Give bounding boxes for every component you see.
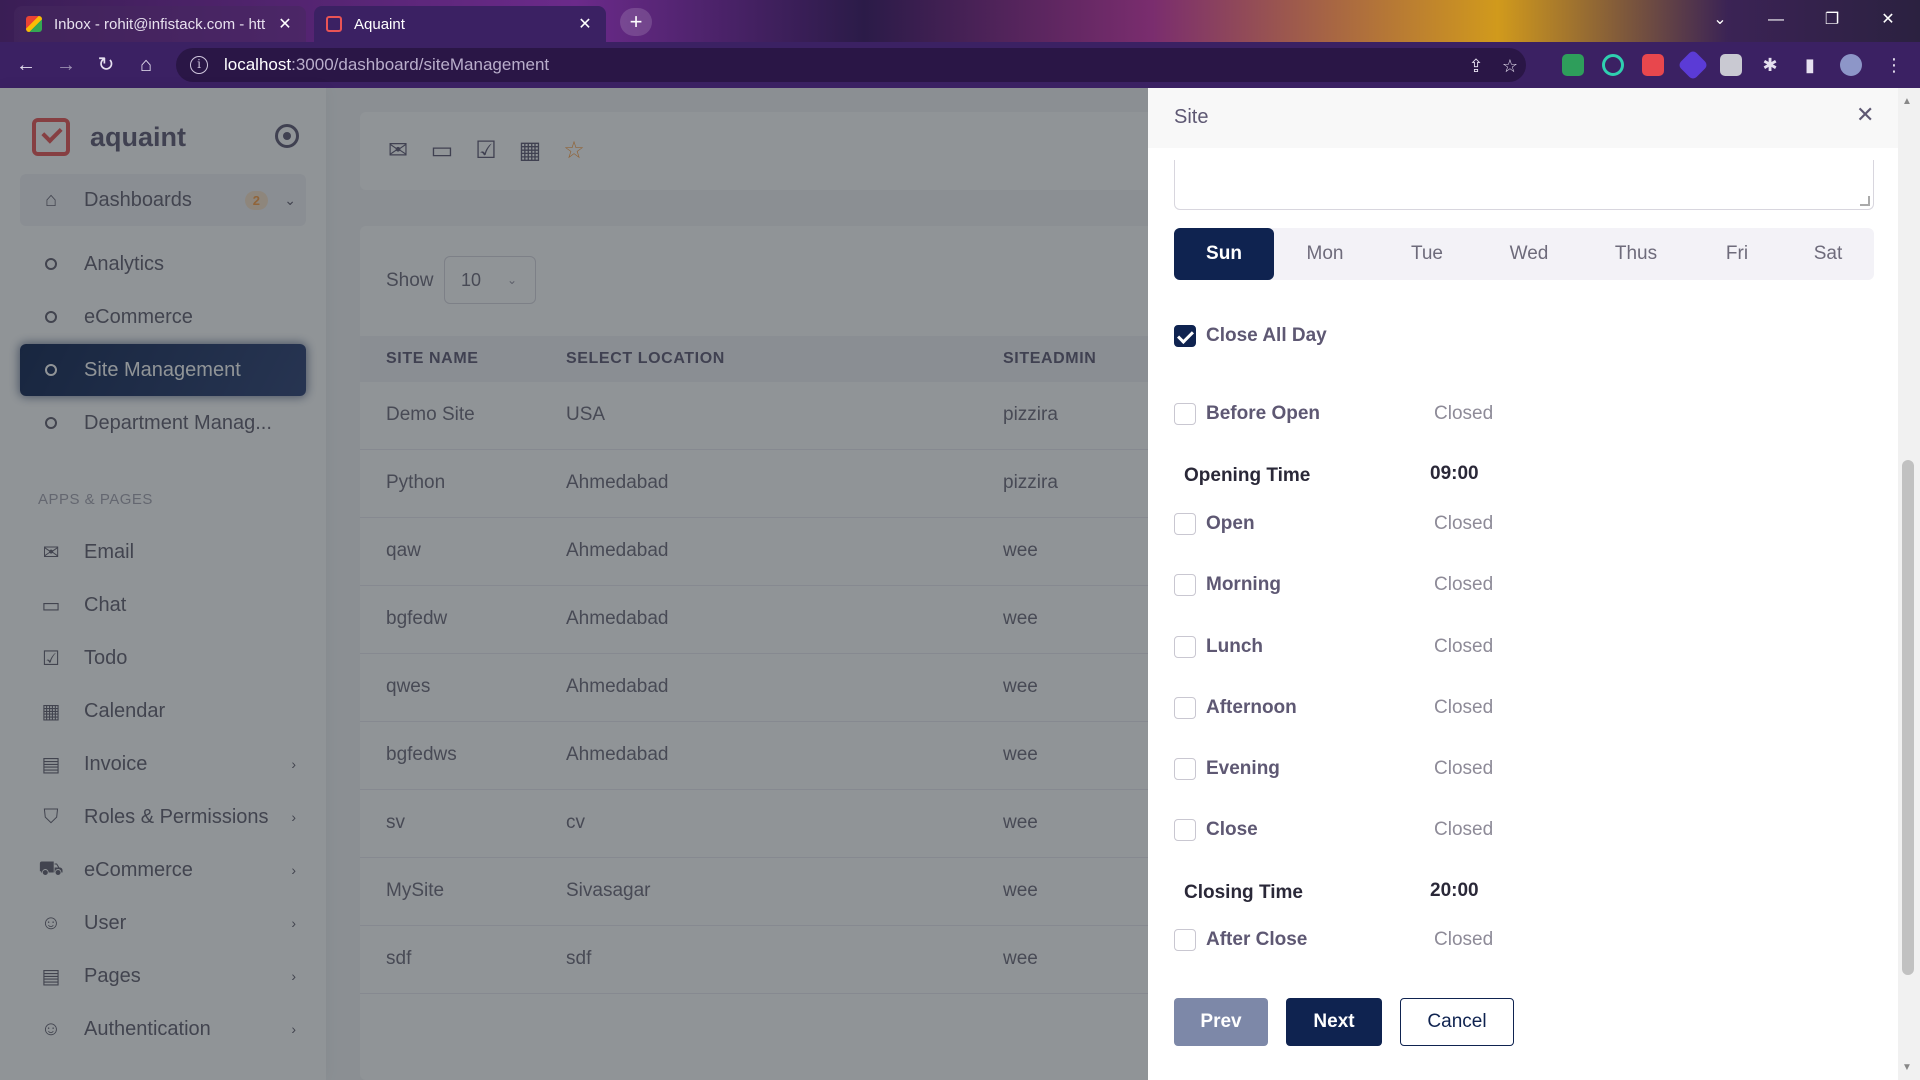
- lunch-checkbox[interactable]: [1174, 636, 1196, 658]
- forward-icon[interactable]: →: [52, 51, 80, 79]
- browser-tab-aquaint[interactable]: Aquaint ✕: [314, 6, 606, 42]
- extension-icon[interactable]: [1677, 49, 1709, 81]
- day-tab-thus[interactable]: Thus: [1580, 228, 1692, 280]
- modal-header: Site ✕: [1148, 88, 1898, 148]
- prev-button[interactable]: Prev: [1174, 998, 1268, 1046]
- aquaint-favicon-icon: [326, 16, 342, 32]
- opening-time-label: Opening Time: [1184, 465, 1311, 486]
- day-tab-mon[interactable]: Mon: [1274, 228, 1376, 280]
- site-info-icon[interactable]: i: [190, 56, 208, 74]
- closing-time-label: Closing Time: [1184, 882, 1303, 903]
- extension-icon[interactable]: [1720, 54, 1742, 76]
- next-button[interactable]: Next: [1286, 998, 1382, 1046]
- bookmark-star-icon[interactable]: ☆: [1500, 56, 1520, 76]
- evening-checkbox[interactable]: [1174, 758, 1196, 780]
- day-tab-sat[interactable]: Sat: [1782, 228, 1874, 280]
- window-close-icon[interactable]: ✕: [1860, 0, 1916, 40]
- menu-dots-icon[interactable]: ⋮: [1884, 55, 1904, 75]
- description-textarea[interactable]: [1174, 160, 1874, 210]
- extension-icon[interactable]: [1642, 54, 1664, 76]
- day-tab-sun[interactable]: Sun: [1174, 228, 1274, 280]
- site-modal: Site ✕ Sun Mon Tue Wed Thus Fri Sat Clos…: [1148, 88, 1898, 1080]
- address-bar[interactable]: i localhost:3000/dashboard/siteManagemen…: [176, 48, 1526, 82]
- browser-tabstrip: Inbox - rohit@infistack.com - htt ✕ Aqua…: [0, 0, 1920, 42]
- afternoon-status: Closed: [1434, 697, 1494, 718]
- open-label: Open: [1206, 513, 1255, 534]
- close-icon[interactable]: ✕: [576, 14, 594, 34]
- lunch-status: Closed: [1434, 636, 1494, 657]
- evening-label: Evening: [1206, 758, 1280, 779]
- open-checkbox[interactable]: [1174, 513, 1196, 535]
- puzzle-icon[interactable]: ✱: [1760, 55, 1780, 75]
- day-tab-fri[interactable]: Fri: [1692, 228, 1782, 280]
- after-close-label: After Close: [1206, 929, 1308, 950]
- close-icon[interactable]: ✕: [276, 14, 294, 34]
- resize-handle-icon[interactable]: [1860, 196, 1870, 206]
- close-checkbox[interactable]: [1174, 819, 1196, 841]
- after-close-checkbox[interactable]: [1174, 929, 1196, 951]
- tab-title: Aquaint: [354, 15, 405, 33]
- browser-toolbar: ← → ↻ ⌂ i localhost:3000/dashboard/siteM…: [0, 42, 1920, 88]
- afternoon-checkbox[interactable]: [1174, 697, 1196, 719]
- morning-label: Morning: [1206, 574, 1281, 595]
- after-close-status: Closed: [1434, 929, 1494, 950]
- close-all-day-checkbox[interactable]: [1174, 325, 1196, 347]
- modal-title: Site: [1174, 106, 1209, 128]
- open-status: Closed: [1434, 513, 1494, 534]
- reload-icon[interactable]: ↻: [92, 51, 120, 79]
- tab-title: Inbox - rohit@infistack.com - htt: [54, 15, 266, 33]
- day-tab-tue[interactable]: Tue: [1376, 228, 1478, 280]
- restore-icon[interactable]: ❐: [1804, 0, 1860, 40]
- scroll-up-icon[interactable]: ▲: [1902, 96, 1912, 107]
- day-selector: Sun Mon Tue Wed Thus Fri Sat: [1174, 228, 1874, 280]
- before-open-label: Before Open: [1206, 403, 1321, 424]
- close-all-day-label: Close All Day: [1206, 325, 1327, 346]
- back-icon[interactable]: ←: [12, 51, 40, 79]
- extension-icon[interactable]: [1602, 54, 1624, 76]
- morning-checkbox[interactable]: [1174, 574, 1196, 596]
- avatar[interactable]: [1840, 54, 1862, 76]
- gmail-icon: [26, 16, 42, 32]
- cancel-button[interactable]: Cancel: [1400, 998, 1514, 1046]
- close-status: Closed: [1434, 819, 1494, 840]
- opening-time-value[interactable]: 09:00: [1430, 463, 1479, 485]
- minimize-icon[interactable]: —: [1748, 0, 1804, 40]
- before-open-status: Closed: [1434, 403, 1494, 424]
- tab-search-icon[interactable]: ⌄: [1692, 0, 1748, 40]
- scroll-down-icon[interactable]: ▼: [1902, 1062, 1912, 1073]
- url-text: localhost:3000/dashboard/siteManagement: [224, 55, 550, 74]
- new-tab-button[interactable]: +: [620, 8, 652, 36]
- before-open-checkbox[interactable]: [1174, 403, 1196, 425]
- extension-icon[interactable]: [1562, 54, 1584, 76]
- home-icon[interactable]: ⌂: [132, 51, 160, 79]
- morning-status: Closed: [1434, 574, 1494, 595]
- close-label: Close: [1206, 819, 1258, 840]
- day-tab-wed[interactable]: Wed: [1478, 228, 1580, 280]
- lunch-label: Lunch: [1206, 636, 1263, 657]
- share-icon[interactable]: ⇪: [1466, 56, 1486, 76]
- browser-tab-inbox[interactable]: Inbox - rohit@infistack.com - htt ✕: [14, 6, 306, 42]
- afternoon-label: Afternoon: [1206, 697, 1297, 718]
- scrollbar-thumb[interactable]: [1902, 460, 1914, 975]
- evening-status: Closed: [1434, 758, 1494, 779]
- closing-time-value[interactable]: 20:00: [1430, 880, 1479, 902]
- close-icon[interactable]: ✕: [1856, 102, 1874, 128]
- side-panel-icon[interactable]: ▮: [1800, 55, 1820, 75]
